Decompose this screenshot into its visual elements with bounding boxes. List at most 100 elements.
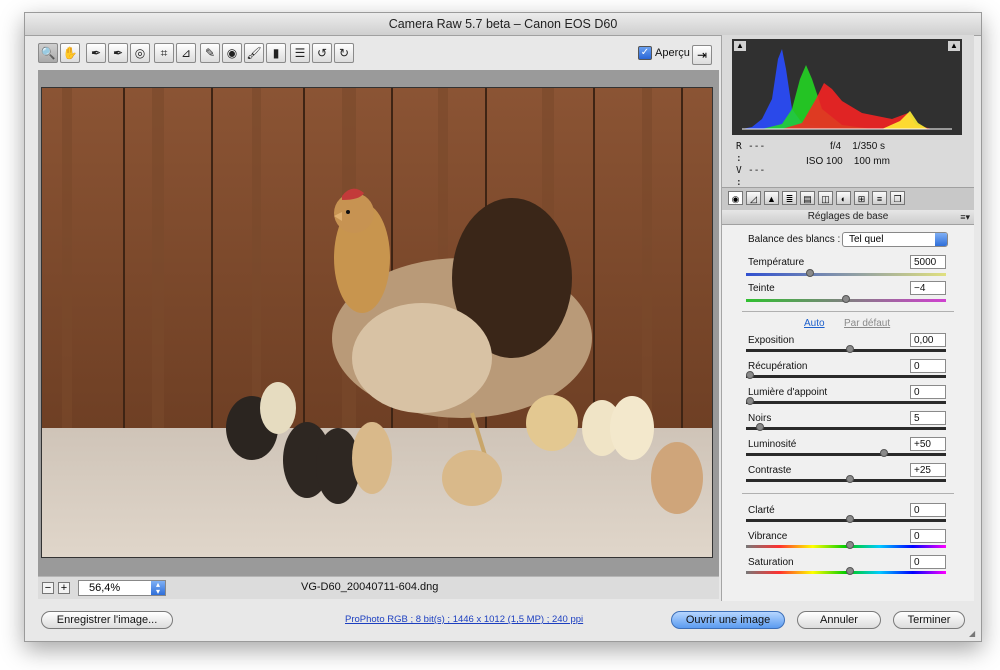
- rotate-right-icon[interactable]: ↻: [334, 43, 354, 63]
- fill-light-slider[interactable]: [746, 397, 946, 405]
- basic-tab-icon[interactable]: ◉: [728, 191, 743, 205]
- divider: [742, 493, 954, 494]
- chevron-updown-icon: [935, 233, 947, 246]
- effects-tab-icon[interactable]: ◐: [836, 191, 851, 205]
- white-balance-label: Balance des blancs :: [748, 234, 841, 245]
- red-eye-tool-icon[interactable]: ◉: [222, 43, 242, 63]
- snapshots-tab-icon[interactable]: ❐: [890, 191, 905, 205]
- fill-light-label: Lumière d'appoint: [748, 387, 828, 398]
- photo-preview: [41, 87, 713, 558]
- histogram: ▲ ▲: [732, 39, 962, 135]
- exposure-label: Exposition: [748, 335, 795, 346]
- brightness-value[interactable]: +50: [910, 437, 946, 451]
- preferences-icon[interactable]: ☰: [290, 43, 310, 63]
- zoom-out-button[interactable]: −: [42, 582, 54, 594]
- r-value: ---: [748, 141, 766, 152]
- divider: [742, 311, 954, 312]
- crop-tool-icon[interactable]: ⌗: [154, 43, 174, 63]
- camera-raw-window: Camera Raw 5.7 beta – Canon EOS D60 🔍 ✋ …: [24, 12, 982, 642]
- cancel-button[interactable]: Annuler: [797, 611, 881, 629]
- saturation-value[interactable]: 0: [910, 555, 946, 569]
- brightness-label: Luminosité: [748, 439, 797, 450]
- zoom-level-value: 56,4%: [89, 582, 121, 594]
- split-toning-tab-icon[interactable]: ▤: [800, 191, 815, 205]
- aperture-value: f/4: [830, 141, 842, 152]
- clarity-value[interactable]: 0: [910, 503, 946, 517]
- recovery-label: Récupération: [748, 361, 808, 372]
- fullscreen-toggle-icon[interactable]: ⇥: [692, 45, 712, 65]
- panel-title-text: Réglages de base: [807, 211, 889, 222]
- camera-calibration-tab-icon[interactable]: ⊞: [854, 191, 869, 205]
- target-adjust-tool-icon[interactable]: ◎: [130, 43, 150, 63]
- chevron-updown-icon: ▴ ▾: [151, 581, 165, 596]
- preview-toggle[interactable]: ✓ Aperçu: [638, 46, 690, 60]
- detail-tab-icon[interactable]: ▲: [764, 191, 779, 205]
- brightness-slider[interactable]: [746, 449, 946, 457]
- tint-slider[interactable]: [746, 295, 946, 303]
- fill-light-value[interactable]: 0: [910, 385, 946, 399]
- zoom-in-button[interactable]: +: [58, 582, 70, 594]
- open-image-button[interactable]: Ouvrir une image: [671, 611, 785, 629]
- rotate-left-icon[interactable]: ↺: [312, 43, 332, 63]
- spot-removal-tool-icon[interactable]: ✎: [200, 43, 220, 63]
- workflow-options-link[interactable]: ProPhoto RGB ; 8 bit(s) ; 1446 x 1012 (1…: [345, 614, 583, 625]
- adjustment-brush-tool-icon[interactable]: 🖌: [244, 43, 264, 63]
- graduated-filter-tool-icon[interactable]: ▮: [266, 43, 286, 63]
- white-balance-value: Tel quel: [849, 234, 884, 245]
- tint-value[interactable]: −4: [910, 281, 946, 295]
- basic-controls: Balance des blancs : Tel quel Températur…: [722, 225, 974, 619]
- saturation-label: Saturation: [748, 557, 794, 568]
- temperature-value[interactable]: 5000: [910, 255, 946, 269]
- image-canvas[interactable]: [38, 70, 719, 576]
- color-sampler-tool-icon[interactable]: ✒: [108, 43, 128, 63]
- saturation-slider[interactable]: [746, 567, 946, 575]
- bottom-bar: Enregistrer l'image... ProPhoto RGB ; 8 …: [25, 601, 981, 641]
- v-label: V :: [736, 165, 742, 188]
- tint-label: Teinte: [748, 283, 775, 294]
- window-title: Camera Raw 5.7 beta – Canon EOS D60: [25, 13, 981, 36]
- auto-link[interactable]: Auto: [804, 318, 825, 329]
- hen-with-chicks-photo: [42, 88, 712, 557]
- tool-bar: 🔍 ✋ ✒ ✒ ◎ ⌗ ⊿ ✎ ◉ 🖌 ▮ ☰ ↺ ↻: [38, 43, 716, 67]
- zoom-tool-icon[interactable]: 🔍: [38, 43, 58, 63]
- contrast-value[interactable]: +25: [910, 463, 946, 477]
- blacks-value[interactable]: 5: [910, 411, 946, 425]
- shadow-clipping-icon[interactable]: ▲: [734, 41, 746, 51]
- zoom-level-select[interactable]: 56,4% ▴ ▾: [78, 580, 166, 596]
- temperature-slider[interactable]: [746, 269, 946, 277]
- resize-grip-icon[interactable]: ◢: [969, 629, 979, 639]
- vibrance-value[interactable]: 0: [910, 529, 946, 543]
- hand-tool-icon[interactable]: ✋: [60, 43, 80, 63]
- done-button[interactable]: Terminer: [893, 611, 965, 629]
- preview-checkbox[interactable]: ✓: [638, 46, 652, 60]
- lens-corrections-tab-icon[interactable]: ◫: [818, 191, 833, 205]
- temperature-label: Température: [748, 257, 805, 268]
- clarity-slider[interactable]: [746, 515, 946, 523]
- exposure-value[interactable]: 0,00: [910, 333, 946, 347]
- presets-tab-icon[interactable]: ≡: [872, 191, 887, 205]
- blacks-slider[interactable]: [746, 423, 946, 431]
- white-balance-tool-icon[interactable]: ✒: [86, 43, 106, 63]
- panel-title: Réglages de base ≡▾: [722, 210, 974, 225]
- highlight-clipping-icon[interactable]: ▲: [948, 41, 960, 51]
- recovery-slider[interactable]: [746, 371, 946, 379]
- save-image-button[interactable]: Enregistrer l'image...: [41, 611, 173, 629]
- straighten-tool-icon[interactable]: ⊿: [176, 43, 196, 63]
- tone-curve-tab-icon[interactable]: ◿: [746, 191, 761, 205]
- default-link[interactable]: Par défaut: [844, 318, 890, 329]
- exposure-slider[interactable]: [746, 345, 946, 353]
- panel-tab-bar: ◉ ◿ ▲ ≣ ▤ ◫ ◐ ⊞ ≡ ❐: [722, 187, 974, 211]
- contrast-label: Contraste: [748, 465, 792, 476]
- vibrance-slider[interactable]: [746, 541, 946, 549]
- preview-label: Aperçu: [655, 47, 690, 59]
- r-label: R :: [736, 141, 742, 164]
- hsl-tab-icon[interactable]: ≣: [782, 191, 797, 205]
- contrast-slider[interactable]: [746, 475, 946, 483]
- panel-menu-icon[interactable]: ≡▾: [960, 210, 970, 224]
- file-name: VG-D60_20040711-604.dng: [301, 581, 439, 593]
- clarity-label: Clarté: [748, 505, 775, 516]
- histogram-graph: [742, 49, 952, 130]
- white-balance-select[interactable]: Tel quel: [842, 232, 948, 247]
- recovery-value[interactable]: 0: [910, 359, 946, 373]
- adjustments-panel: ▲ ▲ R :--- V :--- B :--- f/4 1/350 s ISO…: [721, 35, 974, 619]
